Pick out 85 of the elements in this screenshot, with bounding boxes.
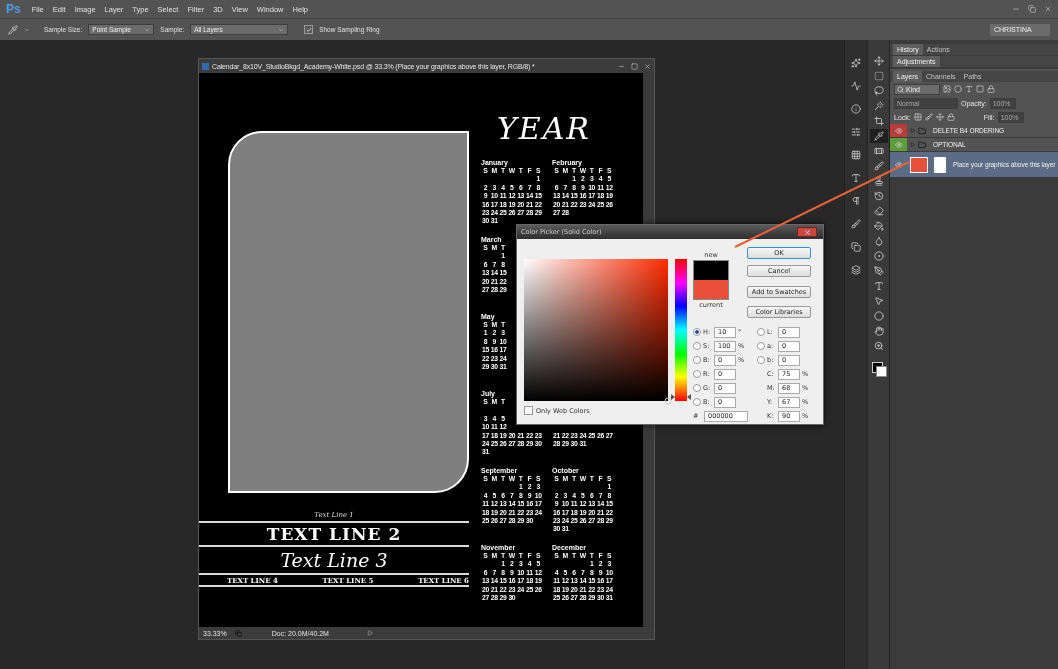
play-icon xyxy=(366,630,373,636)
minimize-icon xyxy=(1012,5,1020,13)
square-icon xyxy=(976,85,984,93)
layer-mask xyxy=(934,156,946,173)
caret-icon xyxy=(278,26,285,33)
close-button[interactable] xyxy=(797,227,817,237)
bandage-icon xyxy=(873,146,884,156)
type-icon xyxy=(873,281,884,291)
pointer-icon xyxy=(873,296,884,306)
type-icon xyxy=(965,85,973,93)
visibility-toggle[interactable] xyxy=(890,138,907,151)
eye-icon xyxy=(894,126,903,135)
checkbox[interactable] xyxy=(304,25,314,34)
folder-icon xyxy=(918,140,926,149)
folder-icon xyxy=(918,126,926,135)
pipette-tool[interactable] xyxy=(869,129,888,143)
color-swatches[interactable] xyxy=(871,362,886,376)
year-title: YEAR xyxy=(497,111,591,146)
circle-dot-icon xyxy=(873,251,884,261)
circle-icon xyxy=(954,85,962,93)
caret-icon xyxy=(24,26,30,33)
lock-icon xyxy=(987,85,995,93)
pipette-icon xyxy=(873,131,884,141)
restore-icon xyxy=(1028,5,1036,13)
copy-icon xyxy=(851,241,861,252)
radio-button[interactable] xyxy=(693,370,701,378)
slider-thumb[interactable] xyxy=(671,393,691,400)
checkbox[interactable] xyxy=(524,406,533,415)
sparkles-icon xyxy=(851,57,861,68)
grid-icon xyxy=(851,149,861,160)
close-icon xyxy=(803,228,811,236)
layers-icon xyxy=(851,264,861,275)
caret-icon xyxy=(144,26,151,33)
brush-icon xyxy=(851,218,861,229)
close-icon xyxy=(644,62,651,70)
zoom-icon xyxy=(873,341,884,351)
radio-button[interactable] xyxy=(757,342,765,350)
check-icon xyxy=(305,26,312,33)
radio-button[interactable] xyxy=(693,342,701,350)
image-icon xyxy=(943,85,951,93)
close-icon xyxy=(1044,5,1052,13)
radio-button[interactable] xyxy=(693,398,701,406)
lasso-icon xyxy=(873,86,884,96)
search-icon xyxy=(897,85,904,93)
move-icon xyxy=(873,56,884,66)
radio-button[interactable] xyxy=(693,384,701,392)
brush-icon xyxy=(873,161,884,171)
lock-icon xyxy=(946,113,955,121)
pen-icon xyxy=(873,266,884,276)
brush-icon xyxy=(924,113,933,121)
radio-button[interactable] xyxy=(693,328,701,336)
stamp-icon xyxy=(873,176,884,186)
radio-button[interactable] xyxy=(757,328,765,336)
maximize-icon xyxy=(631,62,638,70)
app-logo: Ps xyxy=(6,2,21,16)
history-icon xyxy=(873,191,884,201)
eraser-icon xyxy=(873,206,884,216)
picker-ring-icon xyxy=(664,397,672,405)
crop-icon xyxy=(873,116,884,126)
wand-icon xyxy=(873,101,884,111)
grid-icon xyxy=(913,113,922,121)
layer-thumbnail xyxy=(910,156,928,173)
document-icon xyxy=(202,62,209,70)
circle-icon xyxy=(873,311,884,321)
droplet-icon xyxy=(873,236,884,246)
frames-icon xyxy=(234,629,242,637)
type-icon xyxy=(851,172,861,183)
pipette-icon xyxy=(8,24,18,35)
paint-bucket-icon xyxy=(873,221,884,231)
sliders-icon xyxy=(851,126,861,137)
pilcrow-icon xyxy=(851,195,861,206)
move-icon xyxy=(935,113,944,121)
dashed-square-icon xyxy=(873,71,884,81)
eye-icon xyxy=(894,140,903,149)
text-line: Text Line 3 xyxy=(280,549,388,571)
info-icon xyxy=(851,103,861,114)
visibility-toggle[interactable] xyxy=(890,124,907,137)
pulse-icon xyxy=(851,80,861,91)
eye-icon xyxy=(894,160,903,169)
text-line: TEXT LINE 2 xyxy=(266,524,402,544)
radio-button[interactable] xyxy=(693,356,701,364)
triangle-icon xyxy=(910,128,915,133)
hand-icon xyxy=(873,326,884,336)
radio-button[interactable] xyxy=(757,356,765,364)
triangle-icon xyxy=(910,142,915,147)
